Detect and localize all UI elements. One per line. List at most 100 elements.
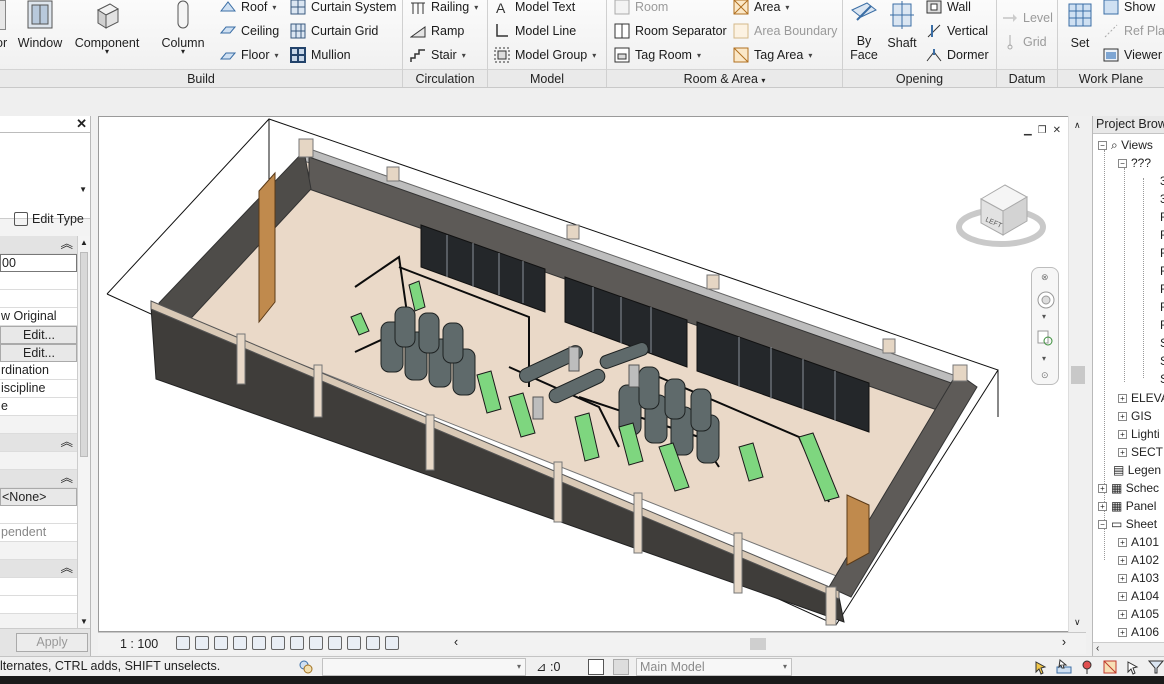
room-separator-button[interactable]: Room Separator <box>614 21 727 41</box>
property-value[interactable] <box>0 506 77 524</box>
expand-icon[interactable]: + <box>1118 430 1127 440</box>
collapse-icon[interactable]: ︽ <box>60 561 73 575</box>
zoom-icon[interactable] <box>1037 330 1055 348</box>
design-option-dropdown[interactable]: Main Model ▾ <box>636 658 792 676</box>
expand-icon[interactable]: + <box>1118 556 1127 566</box>
tree-node-sheet[interactable]: + A101 <box>1118 533 1159 551</box>
collapse-icon[interactable]: ︽ <box>60 435 73 449</box>
tree-leaf[interactable]: F <box>1160 244 1164 262</box>
model-group-dropdown-icon[interactable]: ▾ <box>592 51 596 60</box>
minimize-icon[interactable]: ▁ <box>1024 125 1032 136</box>
selection-count[interactable]: ⊿ :0 <box>536 659 560 674</box>
model-text-button[interactable]: A Model Text <box>494 0 575 17</box>
property-value[interactable] <box>0 596 77 614</box>
section-header[interactable]: ︽ <box>0 434 77 452</box>
tree-node-group[interactable]: −??? <box>1118 154 1151 172</box>
section-header[interactable]: ︽ <box>0 470 77 488</box>
area-boundary-button[interactable]: Area Boundary <box>733 21 837 41</box>
chevron-down-icon[interactable]: ▾ <box>1042 312 1046 321</box>
tree-leaf[interactable]: R <box>1160 316 1164 334</box>
collapse-icon[interactable]: − <box>1098 141 1107 151</box>
view-horizontal-scrollbar[interactable] <box>470 638 1058 650</box>
apply-button[interactable]: Apply <box>16 633 88 652</box>
tree-node-sheet[interactable]: + A103 <box>1118 569 1159 587</box>
design-options-icon[interactable] <box>613 659 629 675</box>
scroll-thumb[interactable] <box>1071 366 1085 384</box>
edit-button[interactable]: Edit... <box>0 326 77 344</box>
phase-filter-value[interactable]: <None> <box>0 488 77 506</box>
property-value[interactable]: rdination <box>0 362 77 380</box>
shaft-button[interactable]: Shaft <box>884 0 920 50</box>
highlight-displacement-icon[interactable] <box>385 636 399 650</box>
column-button[interactable]: Column ▾ <box>158 0 208 56</box>
tree-node-legends[interactable]: ▤ Legen <box>1113 461 1161 479</box>
room-button[interactable]: Room <box>614 0 668 17</box>
model-line-button[interactable]: Model Line <box>494 21 576 41</box>
curtain-system-button[interactable]: Curtain System <box>290 0 396 17</box>
expand-icon[interactable]: + <box>1118 538 1127 548</box>
tree-leaf[interactable]: 3 <box>1160 190 1164 208</box>
show-workplane-button[interactable]: Show <box>1103 0 1155 17</box>
railing-dropdown-icon[interactable]: ▾ <box>474 3 478 12</box>
temporary-view-properties-icon[interactable] <box>347 636 361 650</box>
collapse-icon[interactable]: ︽ <box>60 237 73 251</box>
expand-icon[interactable]: + <box>1098 502 1107 512</box>
tree-node-sections[interactable]: + SECTI <box>1118 443 1164 461</box>
property-value[interactable]: w Original <box>0 308 77 326</box>
editing-requests-icon[interactable] <box>588 659 604 675</box>
tag-room-button[interactable]: Tag Room ▾ <box>614 45 701 65</box>
tree-leaf[interactable]: S <box>1160 334 1164 352</box>
ramp-button[interactable]: Ramp <box>409 21 464 41</box>
chevron-down-icon[interactable]: ▾ <box>783 659 787 675</box>
tag-room-dropdown-icon[interactable]: ▾ <box>697 51 701 60</box>
tree-node-sheet[interactable]: + A102 <box>1118 551 1159 569</box>
expand-icon[interactable]: + <box>1098 484 1107 494</box>
collapse-icon[interactable]: ︽ <box>60 471 73 485</box>
3d-viewport[interactable]: ▁ ❐ ✕ LEFT ⊗ ▾ ▾ ⊙ <box>98 116 1086 632</box>
view-vertical-scrollbar[interactable]: ∧ ∨ <box>1068 116 1086 632</box>
tree-node-lighting[interactable]: + Lighti <box>1118 425 1160 443</box>
level-button[interactable]: Level <box>1002 8 1053 28</box>
tag-area-dropdown-icon[interactable]: ▾ <box>808 51 812 60</box>
steering-wheel-icon[interactable] <box>1036 290 1056 310</box>
model-group-button[interactable]: Model Group ▾ <box>494 45 596 65</box>
detail-level-icon[interactable] <box>176 636 190 650</box>
floor-button[interactable]: Floor ▾ <box>219 45 279 65</box>
tree-leaf[interactable]: F <box>1160 298 1164 316</box>
expand-icon[interactable]: + <box>1118 574 1127 584</box>
property-value[interactable] <box>0 272 77 290</box>
restore-icon[interactable]: ❐ <box>1038 125 1047 136</box>
reveal-hidden-icon[interactable] <box>328 636 342 650</box>
analytical-model-icon[interactable] <box>366 636 380 650</box>
right-door[interactable] <box>846 494 870 566</box>
floor-dropdown-icon[interactable]: ▾ <box>274 51 278 60</box>
view-scale[interactable]: 1 : 100 <box>120 637 158 651</box>
collapse-icon[interactable]: − <box>1118 159 1127 169</box>
section-header[interactable]: ︽ <box>0 560 77 578</box>
tag-area-button[interactable]: Tag Area ▾ <box>733 45 812 65</box>
type-selector[interactable]: ▼ <box>0 133 90 219</box>
property-value[interactable]: 00 <box>0 254 77 272</box>
scroll-right-icon[interactable]: › <box>1062 635 1066 649</box>
tree-node-sheet[interactable]: + A105 <box>1118 605 1159 623</box>
scroll-up-icon[interactable]: ▲ <box>80 238 88 247</box>
stair-button[interactable]: Stair ▾ <box>410 45 466 65</box>
property-value[interactable] <box>0 578 77 596</box>
scroll-down-icon[interactable]: ▼ <box>80 617 88 626</box>
tree-node-views[interactable]: − ⌕ Views <box>1098 136 1153 154</box>
property-value[interactable]: e <box>0 398 77 416</box>
scroll-down-icon[interactable]: ∨ <box>1074 617 1081 628</box>
dormer-button[interactable]: Dormer <box>926 45 989 65</box>
expand-icon[interactable]: + <box>1118 394 1127 404</box>
browser-horizontal-scrollbar[interactable]: ‹ <box>1093 642 1164 656</box>
scroll-thumb[interactable] <box>750 638 766 650</box>
area-button[interactable]: Area ▾ <box>733 0 789 17</box>
worksets-icon[interactable] <box>298 659 314 675</box>
set-button[interactable]: Set <box>1062 0 1098 50</box>
roof-button[interactable]: Roof ▾ <box>219 0 276 17</box>
expand-icon[interactable]: + <box>1118 412 1127 422</box>
viewcube[interactable]: LEFT <box>955 179 1051 255</box>
tree-leaf[interactable]: F <box>1160 226 1164 244</box>
visual-style-icon[interactable] <box>195 636 209 650</box>
roof-dropdown-icon[interactable]: ▾ <box>272 3 276 12</box>
